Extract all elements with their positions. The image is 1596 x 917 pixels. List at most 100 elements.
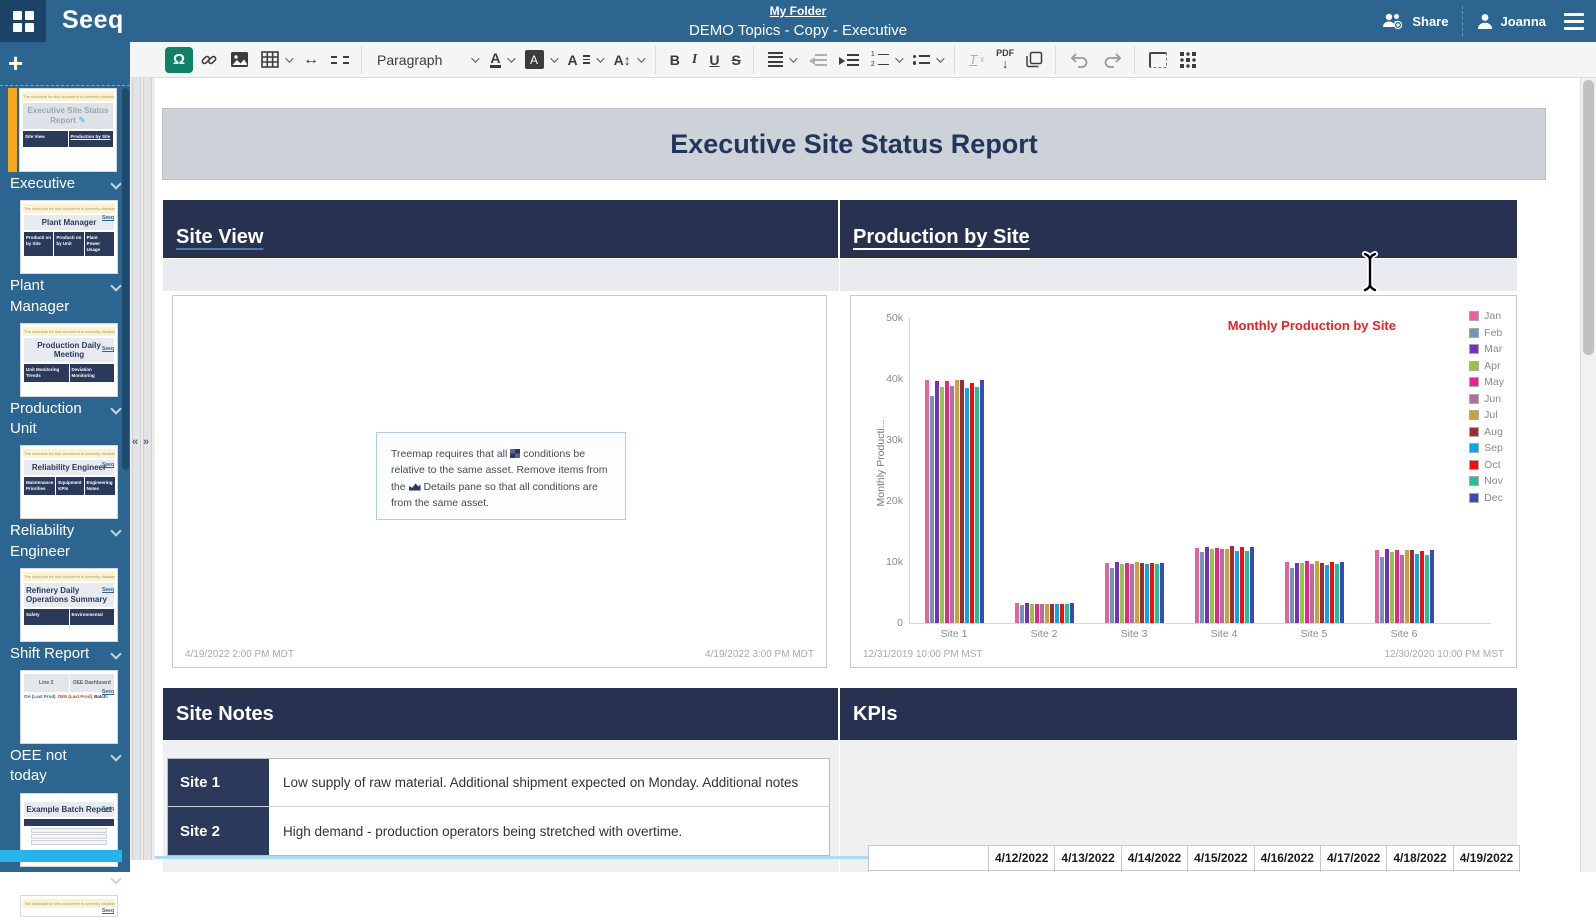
legend-item-aug[interactable]: Aug xyxy=(1469,426,1504,438)
y-tick-label: 40k xyxy=(863,373,903,385)
legend-item-jul[interactable]: Jul xyxy=(1469,409,1504,421)
page-scrollbar[interactable] xyxy=(1580,78,1596,872)
sidebar-thumbnail-production-unit[interactable]: The schedule for this document is curren… xyxy=(20,323,118,397)
bar-jan-site-3 xyxy=(1105,563,1109,623)
bar-oct-site-6 xyxy=(1420,551,1424,623)
legend-item-sep[interactable]: Sep xyxy=(1469,442,1504,454)
export-pdf-button[interactable]: PDF↓ xyxy=(991,48,1019,71)
bar-aug-site-3 xyxy=(1140,563,1144,623)
sidebar-thumbnail-shift-report[interactable]: The schedule for this document is curren… xyxy=(20,568,118,642)
underline-button[interactable]: U xyxy=(704,49,724,71)
site-note-cell[interactable]: Low supply of raw material. Additional s… xyxy=(269,759,829,806)
bar-may-site-3 xyxy=(1125,563,1129,623)
chevron-down-icon[interactable] xyxy=(110,403,121,414)
copy-document-button[interactable] xyxy=(1021,48,1048,71)
redo-button[interactable] xyxy=(1097,49,1127,71)
full-width-button[interactable]: ↔ xyxy=(298,48,324,72)
legend-item-jun[interactable]: Jun xyxy=(1469,393,1504,405)
topbar-divider xyxy=(1462,6,1463,36)
sidebar-item-production-unit[interactable]: Production Unit xyxy=(0,397,130,444)
insert-seeq-content-button[interactable]: Ω xyxy=(165,47,193,73)
chevron-down-icon[interactable] xyxy=(110,750,121,761)
link-button[interactable] xyxy=(195,48,223,72)
background-pattern-button[interactable] xyxy=(1174,48,1202,72)
sidebar-scrollbar-thumb[interactable] xyxy=(122,88,129,470)
sidebar-item-oee-not-today[interactable]: OEE not today xyxy=(0,744,130,791)
legend-item-oct[interactable]: Oct xyxy=(1469,459,1504,471)
sidebar-thumbnail-reliability-engineer[interactable]: The schedule for this document is curren… xyxy=(20,445,118,519)
chevron-down-icon[interactable] xyxy=(110,648,121,659)
site-view-panel[interactable]: Treemap requires that all conditions be … xyxy=(172,295,827,668)
table-button[interactable] xyxy=(256,48,296,71)
font-color-button[interactable]: A xyxy=(485,49,517,71)
editor-toolbar: Ω ↔ Paragraph A A xyxy=(130,42,1596,78)
image-button[interactable] xyxy=(225,48,254,71)
legend-item-nov[interactable]: Nov xyxy=(1469,475,1504,487)
bullet-list-dropdown[interactable] xyxy=(908,52,948,68)
bold-button[interactable]: B xyxy=(665,49,685,71)
chevron-down-icon[interactable] xyxy=(110,178,121,189)
fixed-width-view-button[interactable] xyxy=(1144,49,1172,71)
splitter-strip[interactable] xyxy=(132,78,141,860)
sidebar-thumbnail-oee[interactable]: Seeq Line 2 OEE Dashboard OA (Last Prod)… xyxy=(20,670,118,744)
section-header-production-by-site[interactable]: Production by Site xyxy=(840,200,1517,258)
collapse-sidebar-button[interactable]: « xyxy=(132,436,138,448)
legend-item-dec[interactable]: Dec xyxy=(1469,492,1504,504)
sidebar-thumbnail-executive[interactable]: The schedule for this document is curren… xyxy=(19,88,117,172)
treemap-warning[interactable]: Treemap requires that all conditions be … xyxy=(376,432,626,520)
share-button[interactable]: Share xyxy=(1381,12,1448,30)
user-menu[interactable]: Joanna xyxy=(1477,13,1546,30)
strikethrough-button[interactable]: S xyxy=(726,49,745,71)
kpi-date-header: 4/15/2022 xyxy=(1188,846,1254,871)
bars xyxy=(923,318,985,623)
indent-button[interactable] xyxy=(834,51,864,69)
chevron-down-icon[interactable] xyxy=(110,526,121,537)
sidebar-item-reliability-engineer[interactable]: Reliability Engineer xyxy=(0,519,130,566)
site-notes-table[interactable]: Site 1 Low supply of raw material. Addit… xyxy=(167,758,830,856)
outdent-button[interactable] xyxy=(802,51,832,69)
page-break-button[interactable] xyxy=(326,53,354,67)
sidebar-splitter[interactable]: « » xyxy=(130,78,155,860)
ordered-list-dropdown[interactable]: 12 xyxy=(866,48,906,71)
document-canvas[interactable]: Executive Site Status Report Site View P… xyxy=(155,78,1580,872)
highlight-color-button[interactable]: A xyxy=(520,47,561,72)
breadcrumb[interactable]: My Folder xyxy=(770,4,827,18)
line-height-button[interactable]: A↕ xyxy=(609,49,648,71)
page-scrollbar-thumb[interactable] xyxy=(1583,80,1594,355)
align-dropdown[interactable] xyxy=(763,49,800,71)
x-axis-label: Site 1 xyxy=(923,623,985,639)
section-header-site-view[interactable]: Site View xyxy=(163,200,838,258)
kpi-table[interactable]: 4/12/20224/13/20224/14/20224/15/20224/16… xyxy=(868,845,1520,872)
sidebar-item-plant-manager[interactable]: Plant Manager xyxy=(0,274,130,321)
legend-item-jan[interactable]: Jan xyxy=(1469,310,1504,322)
section-header-kpis[interactable]: KPIs xyxy=(840,688,1517,740)
legend-swatch xyxy=(1469,394,1479,404)
chevron-down-icon[interactable] xyxy=(110,873,121,884)
italic-button[interactable]: I xyxy=(687,49,702,71)
legend-item-apr[interactable]: Apr xyxy=(1469,360,1504,372)
selection-box-icon xyxy=(1149,52,1167,68)
topic-sidebar: + The schedule for this document is curr… xyxy=(0,42,130,872)
paragraph-style-dropdown[interactable]: Paragraph xyxy=(371,49,483,71)
undo-button[interactable] xyxy=(1065,49,1095,71)
chevron-down-icon[interactable] xyxy=(110,281,121,292)
clear-format-button[interactable]: Tx xyxy=(964,49,989,70)
legend-item-feb[interactable]: Feb xyxy=(1469,327,1504,339)
x-axis-label: Site 4 xyxy=(1193,623,1255,639)
sidebar-thumbnail-plant-manager[interactable]: The schedule for this document is curren… xyxy=(20,200,118,274)
report-title-block[interactable]: Executive Site Status Report xyxy=(162,108,1546,180)
sidebar-thumbnail-partial[interactable]: Seeq The schedule for this document is c… xyxy=(20,895,118,917)
production-chart-panel[interactable]: Monthly Production by Site Monthly Produ… xyxy=(850,295,1517,668)
legend-item-may[interactable]: May xyxy=(1469,376,1504,388)
sidebar-item-executive[interactable]: Executive xyxy=(0,172,130,198)
add-document-button[interactable]: + xyxy=(8,48,23,78)
legend-item-mar[interactable]: Mar xyxy=(1469,343,1504,355)
sidebar-item-shift-report[interactable]: Shift Report xyxy=(0,642,130,668)
splitter-strip[interactable] xyxy=(143,78,152,860)
sidebar-item-batch-report[interactable]: Batch Report xyxy=(0,867,130,893)
expand-sidebar-button[interactable]: » xyxy=(143,436,149,448)
section-header-site-notes[interactable]: Site Notes xyxy=(163,688,838,740)
font-size-button[interactable]: A xyxy=(563,49,607,71)
hamburger-menu-icon[interactable] xyxy=(1560,9,1588,34)
site-note-cell[interactable]: High demand - production operators being… xyxy=(269,807,829,855)
